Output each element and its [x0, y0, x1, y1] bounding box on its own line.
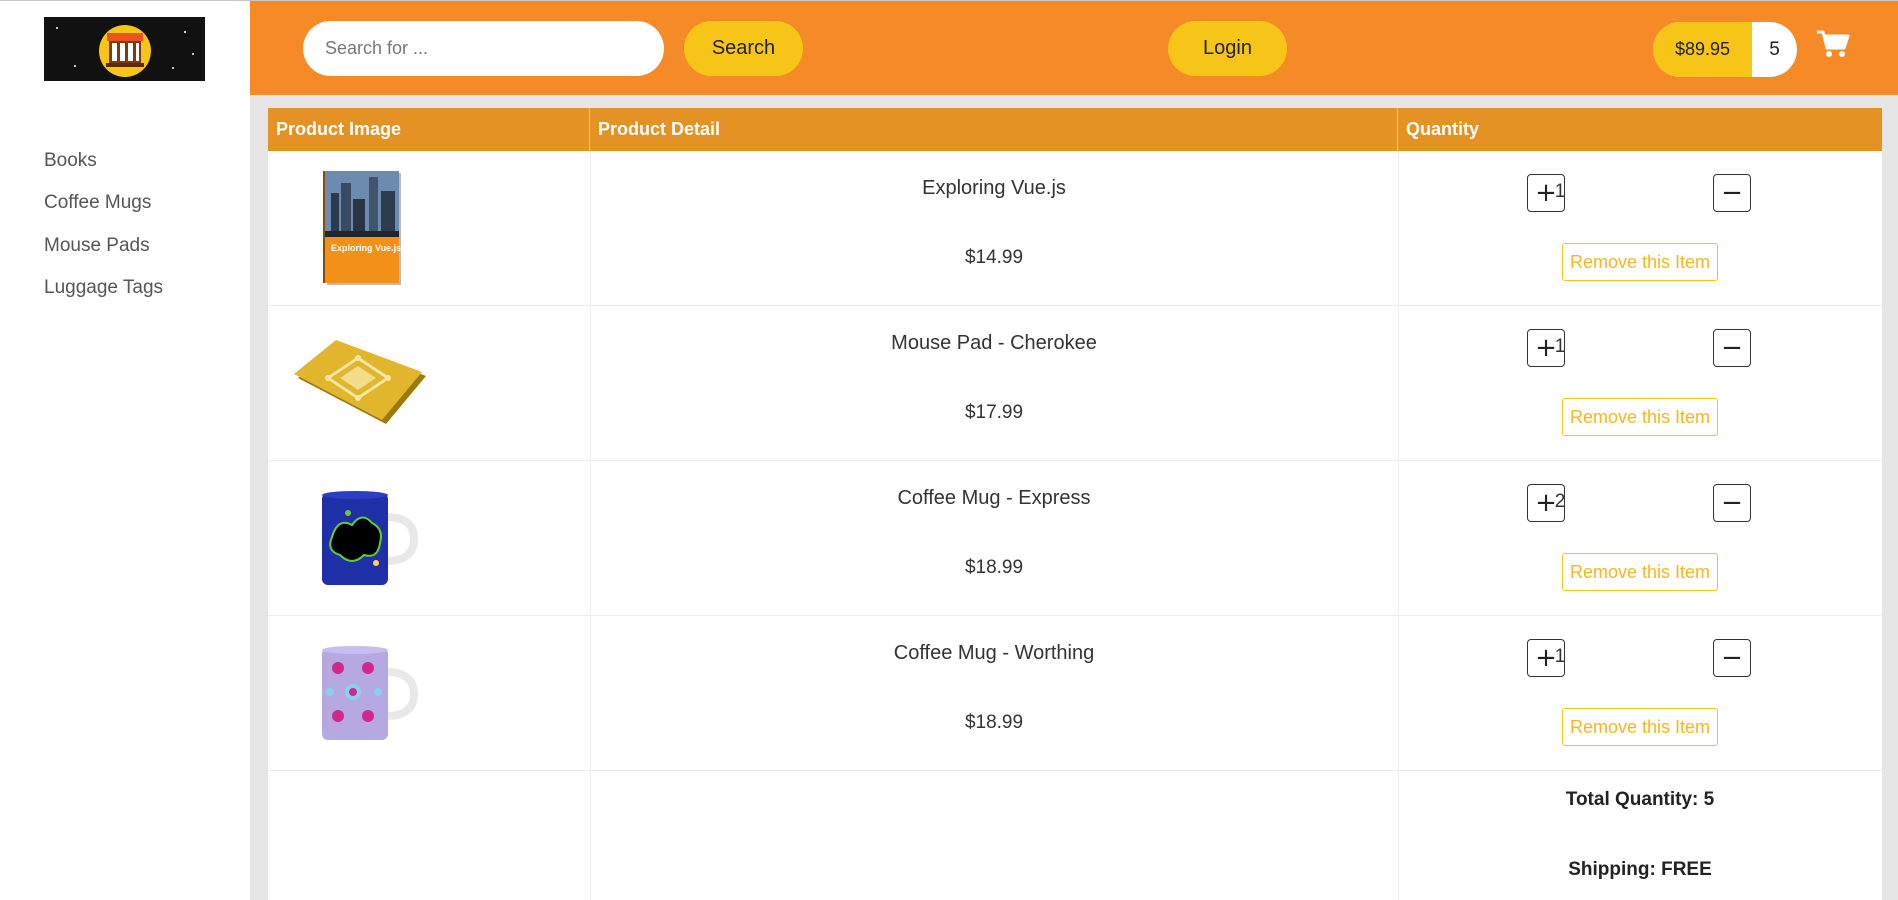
svg-text:Exploring Vue.js: Exploring Vue.js: [331, 243, 401, 253]
header-quantity: Quantity: [1406, 119, 1480, 139]
logo-container: [0, 1, 250, 96]
decrement-quantity-button[interactable]: −: [1713, 639, 1751, 677]
storefront-icon: [99, 25, 151, 77]
search-input[interactable]: [303, 21, 664, 76]
table-row: Coffee Mug - Express $18.99 + 2 − Remove…: [268, 461, 1882, 616]
remove-item-button[interactable]: Remove this Item: [1562, 398, 1718, 436]
quantity-value: 1: [1554, 181, 1566, 202]
table-row: Exploring Vue.js Exploring Vue.js $14.99…: [268, 151, 1882, 306]
book-cover-image: Exploring Vue.js: [323, 171, 401, 285]
remove-item-button[interactable]: Remove this Item: [1562, 553, 1718, 591]
table-header: Product Image Product Detail Quantity: [268, 108, 1882, 151]
table-row: Coffee Mug - Worthing $18.99 + 1 − Remov…: [268, 616, 1882, 771]
coffee-mug-blue-image: [322, 491, 418, 585]
header-product-image: Product Image: [268, 108, 590, 151]
table-row: Mouse Pad - Cherokee $17.99 + 1 − Remove…: [268, 306, 1882, 461]
cart-total: $89.95: [1653, 22, 1752, 77]
decrement-quantity-button[interactable]: −: [1713, 174, 1751, 212]
total-quantity: Total Quantity: 5: [1565, 789, 1715, 810]
shipping-status: Shipping: FREE: [1568, 859, 1712, 880]
sidebar-item-books[interactable]: Books: [44, 150, 97, 172]
product-price: $18.99: [964, 557, 1024, 578]
quantity-value: 2: [1554, 491, 1566, 512]
cart-count: 5: [1769, 38, 1780, 60]
decrement-quantity-button[interactable]: −: [1713, 484, 1751, 522]
search-button[interactable]: Search: [684, 21, 803, 76]
cart-summary[interactable]: $89.95 5: [1653, 22, 1797, 77]
top-header: Search Login $89.95 5: [0, 0, 1898, 96]
product-price: $17.99: [964, 402, 1024, 423]
product-name: Exploring Vue.js: [922, 177, 1066, 199]
sidebar-item-mouse-pads[interactable]: Mouse Pads: [44, 235, 150, 257]
remove-item-button[interactable]: Remove this Item: [1562, 708, 1718, 746]
remove-item-button[interactable]: Remove this Item: [1562, 243, 1718, 281]
category-sidebar: Books Coffee Mugs Mouse Pads Luggage Tag…: [0, 95, 250, 900]
login-button[interactable]: Login: [1168, 21, 1287, 76]
storefront-logo[interactable]: [44, 17, 205, 81]
quantity-value: 1: [1554, 646, 1566, 667]
product-price: $18.99: [964, 712, 1024, 733]
decrement-quantity-button[interactable]: −: [1713, 329, 1751, 367]
product-price: $14.99: [964, 247, 1024, 268]
product-name: Mouse Pad - Cherokee: [891, 332, 1097, 354]
quantity-value: 1: [1554, 336, 1566, 357]
shopping-cart-icon[interactable]: [1816, 29, 1850, 59]
product-name: Coffee Mug - Worthing: [893, 642, 1095, 664]
sidebar-item-luggage-tags[interactable]: Luggage Tags: [44, 277, 163, 299]
coffee-mug-purple-image: [322, 646, 418, 740]
mouse-pad-image: [294, 340, 426, 424]
cart-table: Product Image Product Detail Quantity Ex…: [268, 108, 1882, 900]
sidebar-item-coffee-mugs[interactable]: Coffee Mugs: [44, 192, 151, 214]
product-name: Coffee Mug - Express: [897, 487, 1091, 509]
header-product-detail: Product Detail: [590, 108, 1398, 151]
